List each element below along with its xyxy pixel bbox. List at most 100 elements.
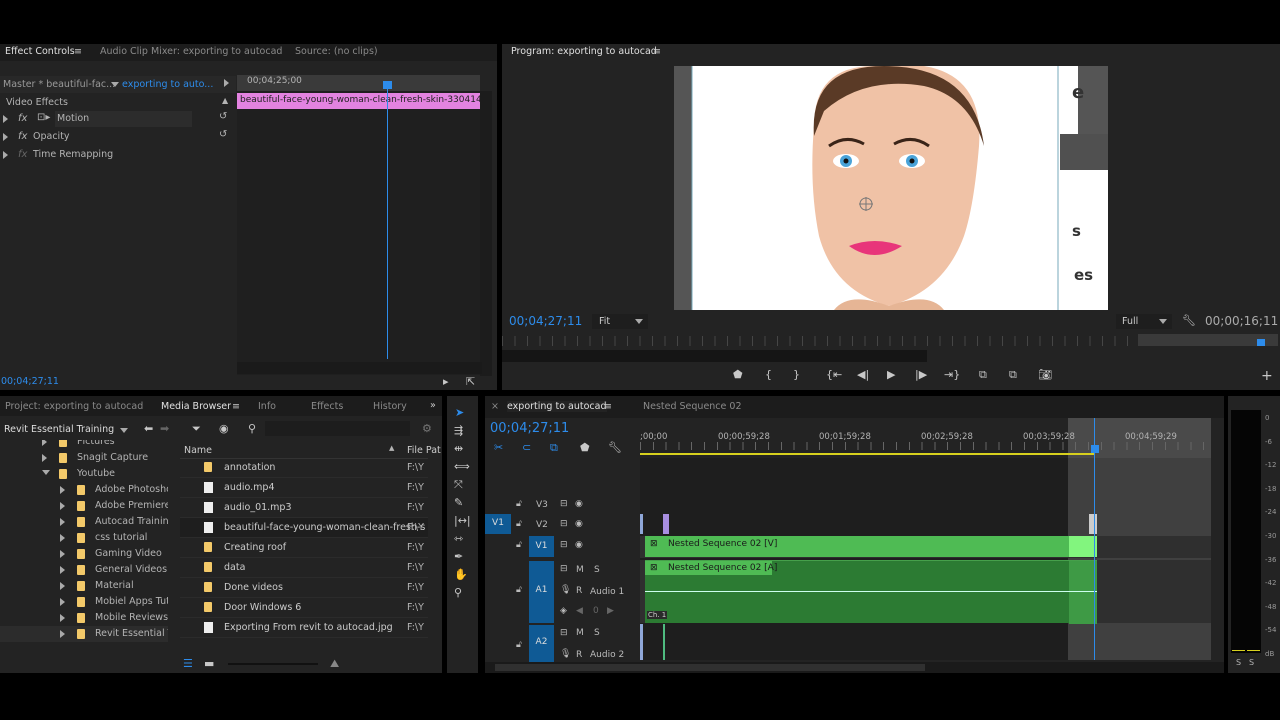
folder-tree-item[interactable]: Autocad Training — [0, 514, 168, 530]
track-target-v1[interactable]: V1 — [529, 536, 554, 557]
prev-keyframe-icon[interactable]: ◀ — [576, 606, 583, 616]
folder-tree-item[interactable]: Youtube — [0, 466, 168, 482]
selection-tool-icon[interactable]: ➤ — [455, 406, 464, 419]
tab-history[interactable]: History — [373, 401, 407, 412]
folder-tree-item[interactable]: Adobe Photoshop — [0, 482, 168, 498]
track-target-a2[interactable]: A2 — [529, 625, 554, 663]
file-list-row[interactable]: Exporting From revit to autocad.jpg F:\Y — [180, 618, 428, 638]
clip-a2[interactable] — [640, 624, 643, 660]
clip-v2[interactable] — [1089, 514, 1097, 534]
folder-tree-item[interactable]: Mobiel Apps Tuto — [0, 594, 168, 610]
keyframe-icon[interactable]: ◈ — [560, 606, 567, 616]
add-button-icon[interactable]: + — [1261, 368, 1273, 384]
folder-tree-item[interactable]: css tutorial — [0, 530, 168, 546]
sync-lock-icon[interactable]: ⊟ — [560, 564, 568, 574]
mute-button[interactable]: M — [576, 565, 584, 575]
expand-icon[interactable] — [3, 115, 8, 123]
rate-stretch-tool-icon[interactable]: ⤧ — [454, 478, 463, 492]
expand-icon[interactable] — [60, 486, 65, 494]
column-file-path[interactable]: File Pat — [407, 445, 441, 456]
source-patch-v1[interactable]: V1 — [485, 514, 511, 534]
timeline-settings-icon[interactable]: 🔧︎ — [608, 441, 622, 454]
expand-icon[interactable] — [60, 582, 65, 590]
record-button[interactable]: R — [576, 586, 582, 596]
panel-menu-icon[interactable]: ≡ — [653, 46, 661, 57]
master-clip-label[interactable]: Master * beautiful-fac... — [3, 79, 115, 90]
eye-icon[interactable]: ◉ — [575, 499, 583, 509]
expand-icon[interactable] — [60, 566, 65, 574]
effect-timeline[interactable]: 00;04;25;00 beautiful-face-young-woman-c… — [237, 75, 480, 375]
search-input[interactable] — [265, 421, 410, 436]
folder-tree-item[interactable]: Pictures — [0, 440, 168, 450]
playhead[interactable] — [387, 81, 388, 359]
effect-row-time-remapping[interactable]: fx Time Remapping — [0, 147, 236, 164]
linked-selection-icon[interactable]: ⊂ — [522, 441, 531, 454]
effect-row-motion[interactable]: fx ⊡▸ Motion ↺ — [0, 111, 236, 128]
program-title[interactable]: Program: exporting to autocad — [511, 46, 657, 57]
sort-ascending-icon[interactable]: ▲ — [389, 444, 394, 452]
back-arrow-icon[interactable]: ⬅ — [144, 422, 153, 435]
h-scrollbar[interactable] — [237, 362, 482, 374]
zoom-in-icon[interactable]: ⛰ — [330, 657, 339, 671]
resolution-dropdown[interactable]: Full — [1116, 314, 1172, 329]
folder-tree-item[interactable]: Revit Essential Tr — [0, 626, 168, 642]
list-view-icon[interactable]: ☰ — [183, 657, 193, 670]
view-icon[interactable]: ◉ — [219, 422, 229, 435]
tab-audio-clip-mixer[interactable]: Audio Clip Mixer: exporting to autocad — [100, 46, 282, 57]
solo-button[interactable]: S — [594, 565, 600, 575]
file-list-row[interactable]: Door Windows 6 F:\Y — [180, 598, 428, 618]
file-list-row[interactable]: annotation F:\Y — [180, 458, 428, 478]
close-tab-icon[interactable]: × — [491, 401, 499, 412]
voiceover-mic-icon[interactable]: 🎙︎ — [560, 649, 571, 659]
search-icon[interactable]: ⚲ — [248, 422, 256, 435]
clip-a2[interactable] — [663, 624, 665, 660]
expand-icon[interactable] — [3, 133, 8, 141]
lock-icon[interactable]: 🔓︎ — [516, 540, 522, 550]
timeline-current-time[interactable]: 00;04;27;11 — [490, 421, 569, 436]
mark-out-icon[interactable]: } — [793, 368, 800, 381]
export-icon[interactable]: ⇱ — [466, 375, 475, 388]
folder-tree-item[interactable]: Mobile Reviews — [0, 610, 168, 626]
eye-icon[interactable]: ◉ — [575, 519, 583, 529]
show-timeline-toggle[interactable] — [224, 79, 229, 90]
snap-icon[interactable]: ✂ — [494, 441, 503, 454]
record-button[interactable]: R — [576, 650, 582, 660]
file-list-row[interactable]: beautiful-face-young-woman-clean-fresh-s… — [180, 518, 428, 538]
expand-icon[interactable] — [3, 151, 8, 159]
lock-icon[interactable]: 🔓︎ — [516, 640, 522, 650]
file-list-row[interactable]: audio.mp4 F:\Y — [180, 478, 428, 498]
settings-wrench-icon[interactable]: 🔧︎ — [1182, 314, 1196, 327]
folder-tree-item[interactable]: Snagit Capture — [0, 450, 168, 466]
effect-row-opacity[interactable]: fx Opacity ↺ — [0, 129, 236, 146]
timeline-ruler[interactable]: ;00;00 00;00;59;28 00;01;59;28 00;02;59;… — [640, 418, 1211, 458]
lock-icon[interactable]: 🔓︎ — [516, 499, 522, 509]
solo-left-button[interactable]: S — [1236, 658, 1241, 667]
filter-icon[interactable]: ⏷ — [192, 422, 201, 436]
more-tabs-icon[interactable]: » — [430, 400, 436, 411]
file-list-row[interactable]: Done videos F:\Y — [180, 578, 428, 598]
playhead-line[interactable] — [1094, 418, 1095, 660]
zoom-slider[interactable] — [228, 663, 318, 665]
collapse-icon[interactable]: ▲ — [222, 96, 228, 105]
video-frame[interactable]: e s es — [674, 66, 1108, 310]
razor-tool-icon[interactable]: ✎ — [454, 496, 463, 509]
voiceover-mic-icon[interactable]: 🎙︎ — [560, 585, 571, 595]
clip-v2[interactable] — [663, 514, 669, 534]
step-forward-icon[interactable]: |▶ — [915, 368, 927, 381]
dropdown-icon[interactable] — [120, 428, 128, 433]
tab-effects[interactable]: Effects — [311, 401, 343, 412]
expand-icon[interactable] — [60, 518, 65, 526]
hand-tool-icon[interactable]: ✋ — [454, 568, 468, 581]
tab-project[interactable]: Project: exporting to autocad — [5, 401, 143, 412]
playhead-handle[interactable] — [383, 81, 392, 89]
zoom-dropdown[interactable]: Fit — [592, 314, 648, 329]
panel-menu-icon[interactable]: ≡ — [604, 401, 612, 412]
add-marker-icon[interactable]: ⬟ — [733, 368, 743, 381]
track-target-a1[interactable]: A1 — [529, 561, 554, 623]
go-to-in-icon[interactable]: {⇤ — [826, 368, 842, 381]
solo-button[interactable]: S — [594, 628, 600, 638]
collapse-icon[interactable] — [42, 470, 50, 475]
playhead-handle[interactable] — [1257, 339, 1265, 346]
clip-nested-video[interactable]: ⊠ Nested Sequence 02 [V] — [645, 536, 1097, 557]
expand-icon[interactable] — [60, 614, 65, 622]
